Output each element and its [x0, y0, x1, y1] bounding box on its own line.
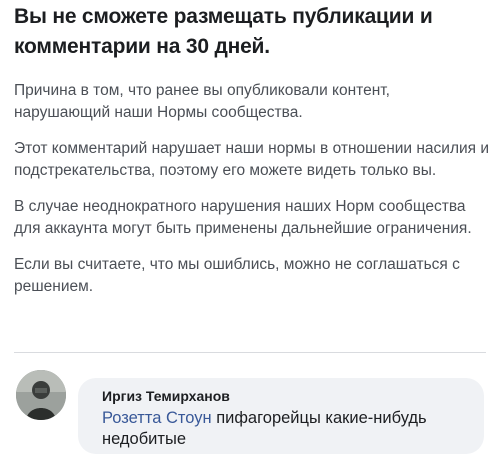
notice-reason-text: Причина в том, что ранее вы опубликовали… — [14, 82, 390, 121]
comment: Иргиз Темирханов Розетта Стоун пифагорей… — [16, 370, 486, 460]
avatar[interactable] — [16, 370, 66, 420]
avatar-image — [16, 370, 66, 420]
mention-link[interactable]: Розетта Стоун — [102, 409, 212, 427]
notice-disagree-text: Если вы считаете, что мы ошиблись, можно… — [14, 256, 460, 295]
restriction-notice: Вы не сможете размещать публикации и ком… — [14, 0, 490, 312]
notice-title: Вы не сможете размещать публикации и ком… — [14, 5, 433, 58]
comment-author-name[interactable]: Иргиз Темирханов — [102, 388, 230, 404]
comment-bubble: Иргиз Темирханов Розетта Стоун пифагорей… — [78, 378, 484, 454]
notice-warning-text: В случае неоднократного нарушения наших … — [14, 198, 472, 237]
divider — [14, 352, 486, 353]
notice-violation-text: Этот комментарий нарушает наши нормы в о… — [14, 140, 490, 179]
comment-text: Розетта Стоун пифагорейцы какие-нибудь н… — [102, 408, 472, 450]
